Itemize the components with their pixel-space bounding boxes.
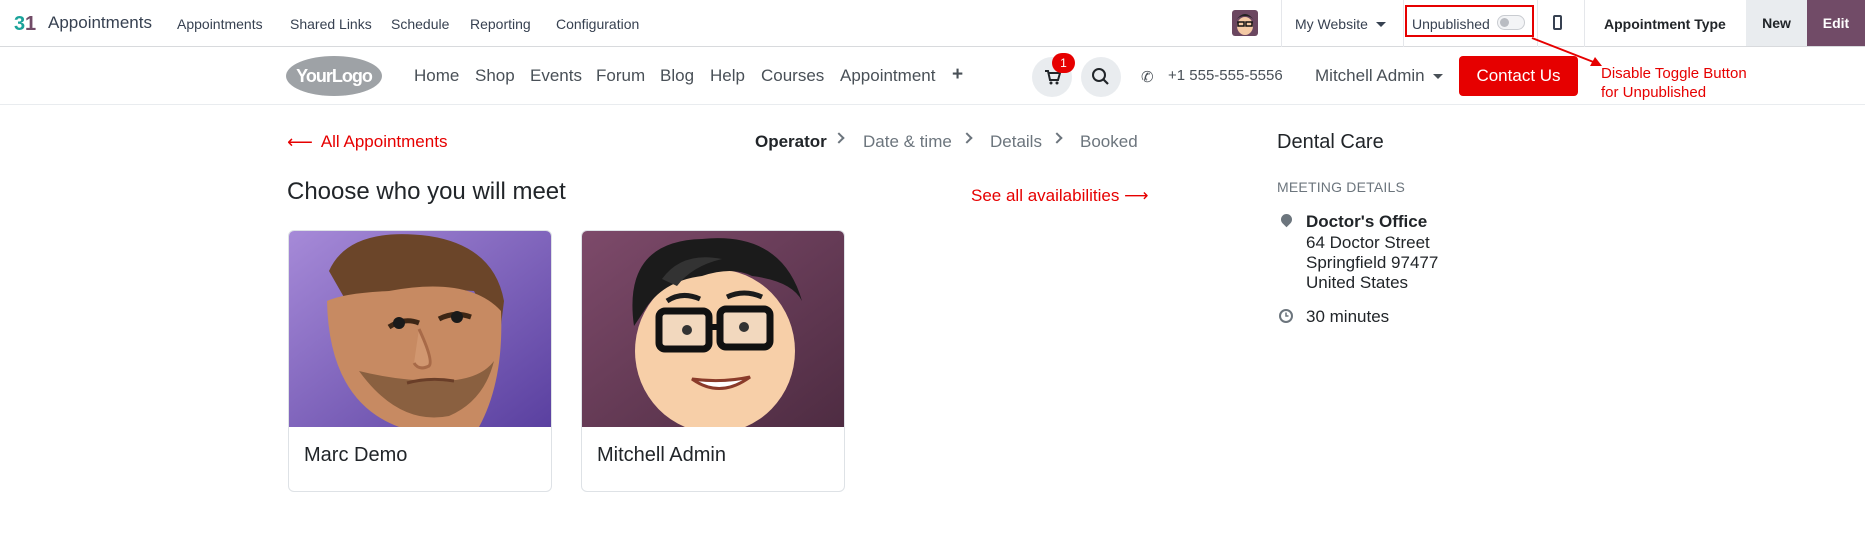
phone-icon: ✆	[1141, 69, 1154, 86]
address-country: United States	[1306, 273, 1409, 292]
divider	[1403, 0, 1404, 47]
search-icon	[1092, 68, 1109, 85]
site-logo[interactable]: YourLogo	[286, 56, 382, 96]
annotation-text: Disable Toggle Button for Unpublished	[1601, 64, 1747, 102]
map-marker-icon	[1278, 211, 1295, 228]
step-booked: Booked	[1080, 132, 1138, 151]
operator-photo	[582, 231, 844, 427]
annotation-arrow-icon	[1531, 37, 1602, 66]
menu-reporting[interactable]: Reporting	[470, 16, 531, 32]
page-title: Choose who you will meet	[287, 178, 566, 205]
arrow-left-icon: ⟵	[287, 132, 313, 152]
step-date-time: Date & time	[863, 132, 952, 151]
menu-schedule[interactable]: Schedule	[391, 16, 449, 32]
caret-down-icon	[1375, 21, 1386, 27]
operator-photo	[289, 231, 551, 427]
annotation-line-1: Disable Toggle Button	[1601, 65, 1747, 82]
toggle-knob	[1500, 18, 1509, 27]
nav-appointment[interactable]: Appointment	[840, 66, 935, 86]
duration-value: 30 minutes	[1306, 307, 1390, 326]
chevron-right-icon	[961, 132, 973, 144]
back-link-label: All Appointments	[320, 132, 448, 151]
nav-blog[interactable]: Blog	[660, 66, 694, 86]
publish-status-label: Unpublished	[1412, 16, 1490, 32]
edit-button[interactable]: Edit	[1807, 0, 1865, 46]
address-city: Springfield 97477	[1306, 253, 1439, 272]
see-all-label: See all availabilities	[971, 186, 1120, 205]
operator-card-mitchell-admin[interactable]: Mitchell Admin	[581, 230, 845, 492]
meeting-details-heading: MEETING DETAILS	[1277, 179, 1405, 195]
cart-count-badge: 1	[1052, 53, 1075, 73]
menu-appointments[interactable]: Appointments	[177, 16, 263, 32]
app-brand[interactable]: 3 1 Appointments	[14, 12, 152, 35]
nav-forum[interactable]: Forum	[596, 66, 645, 86]
annotation-line-2: for Unpublished	[1601, 84, 1707, 101]
step-details: Details	[990, 132, 1042, 151]
user-menu-label: Mitchell Admin	[1315, 66, 1425, 85]
operator-card-marc-demo[interactable]: Marc Demo	[288, 230, 552, 492]
menu-shared-links[interactable]: Shared Links	[290, 16, 372, 32]
location-name: Doctor's Office	[1306, 212, 1428, 231]
operator-name: Marc Demo	[304, 444, 408, 466]
chevron-right-icon	[833, 132, 845, 144]
menu-configuration[interactable]: Configuration	[556, 16, 639, 32]
nav-events[interactable]: Events	[530, 66, 582, 86]
record-title: Appointment Type	[1604, 16, 1726, 32]
publish-toggle[interactable]	[1497, 15, 1525, 30]
add-plus-icon[interactable]: +	[952, 65, 963, 84]
user-avatar[interactable]	[1232, 10, 1258, 36]
caret-down-icon	[1432, 73, 1443, 79]
nav-shop[interactable]: Shop	[475, 66, 515, 86]
chevron-right-icon	[1051, 132, 1063, 144]
appointment-type-title: Dental Care	[1277, 131, 1384, 153]
app-name: Appointments	[48, 13, 152, 32]
appointments-app-icon: 3 1	[14, 12, 40, 35]
user-menu[interactable]: Mitchell Admin	[1315, 66, 1443, 86]
nav-home[interactable]: Home	[414, 66, 459, 86]
operator-name: Mitchell Admin	[597, 444, 726, 466]
website-selector-label: My Website	[1295, 16, 1368, 32]
svg-text:3: 3	[14, 13, 25, 34]
all-appointments-link[interactable]: ⟵ All Appointments	[287, 132, 447, 152]
phone-number[interactable]: +1 555-555-5556	[1168, 67, 1283, 84]
address-street: 64 Doctor Street	[1306, 233, 1430, 252]
arrow-right-icon: ⟶	[1124, 186, 1149, 205]
website-selector[interactable]: My Website	[1295, 16, 1386, 32]
see-all-availabilities-link[interactable]: See all availabilities ⟶	[971, 186, 1148, 206]
step-operator: Operator	[755, 132, 827, 151]
new-button[interactable]: New	[1746, 0, 1807, 46]
clock-icon	[1279, 309, 1293, 323]
nav-help[interactable]: Help	[710, 66, 745, 86]
search-button[interactable]	[1081, 57, 1121, 97]
divider	[1281, 0, 1282, 47]
mobile-preview-icon[interactable]	[1553, 15, 1562, 30]
nav-courses[interactable]: Courses	[761, 66, 824, 86]
svg-text:1: 1	[25, 13, 36, 34]
